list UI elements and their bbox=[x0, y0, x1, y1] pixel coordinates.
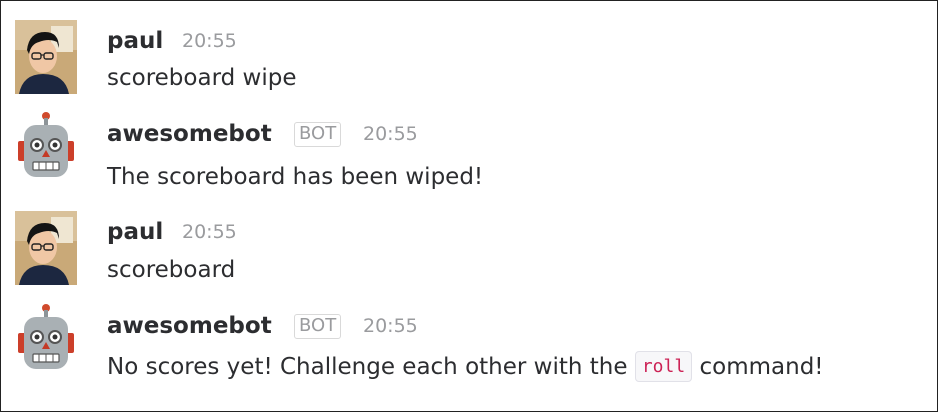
user-photo-avatar-icon bbox=[15, 211, 77, 285]
bot-avatar[interactable] bbox=[15, 109, 77, 183]
user-photo-avatar-icon bbox=[15, 20, 77, 94]
chat-transcript: paul 20:55 scoreboard wipe awesomebot BO… bbox=[0, 0, 938, 412]
robot-avatar-icon bbox=[18, 304, 74, 369]
message-text: scoreboard bbox=[107, 257, 236, 283]
message-timestamp[interactable]: 20:55 bbox=[363, 125, 418, 144]
user-avatar[interactable] bbox=[15, 20, 77, 94]
message-author[interactable]: awesomebot bbox=[107, 315, 272, 338]
message-text-before: No scores yet! Challenge each other with… bbox=[107, 354, 628, 380]
bot-badge: BOT bbox=[294, 314, 342, 339]
bot-badge: BOT bbox=[294, 122, 342, 147]
message-timestamp[interactable]: 20:55 bbox=[363, 317, 418, 336]
message-author[interactable]: paul bbox=[107, 30, 163, 53]
robot-avatar-icon bbox=[18, 112, 74, 177]
message-author[interactable]: paul bbox=[107, 221, 163, 244]
user-avatar[interactable] bbox=[15, 211, 77, 285]
message-timestamp[interactable]: 20:55 bbox=[182, 223, 237, 242]
message-text: No scores yet! Challenge each other with… bbox=[107, 351, 824, 382]
message-text: scoreboard wipe bbox=[107, 65, 297, 91]
message-text: The scoreboard has been wiped! bbox=[107, 164, 484, 190]
message-text-after: command! bbox=[699, 354, 824, 380]
inline-code: roll bbox=[634, 351, 693, 382]
bot-avatar[interactable] bbox=[15, 301, 77, 375]
message-timestamp[interactable]: 20:55 bbox=[182, 32, 237, 51]
message-author[interactable]: awesomebot bbox=[107, 123, 272, 146]
